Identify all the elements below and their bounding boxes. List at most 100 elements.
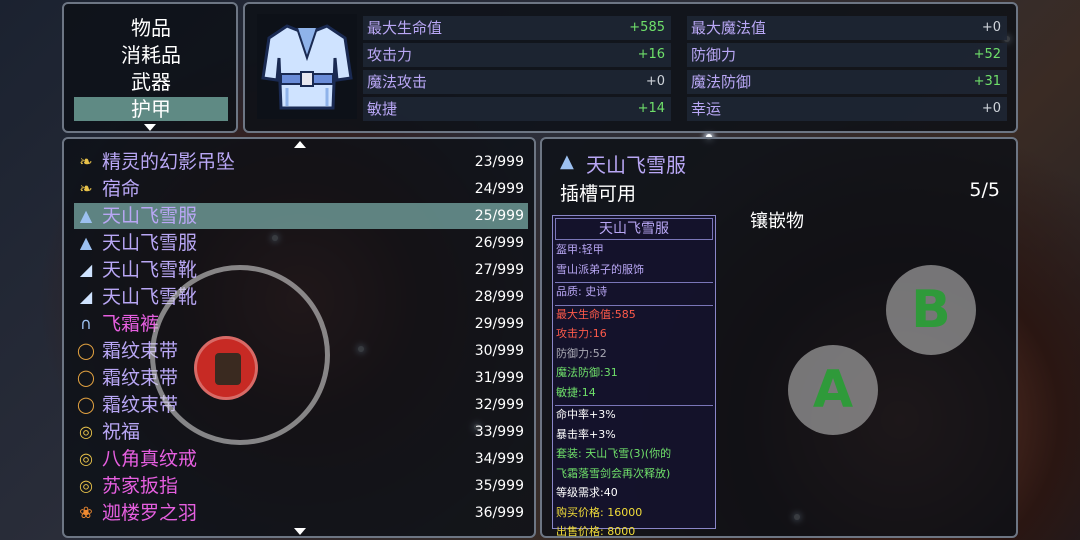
tooltip-line: 魔法防御:31 — [556, 366, 618, 379]
item-row[interactable]: ▲ 天山飞雪服 25/999 — [74, 203, 528, 229]
a-button-label: A — [812, 360, 854, 420]
character-avatar-icon — [215, 353, 241, 385]
item-row[interactable]: ◢ 天山飞雪靴 27/999 — [74, 257, 528, 283]
item-row[interactable]: ❀ 迦楼罗之羽 36/999 — [74, 500, 528, 526]
item-count: 33/999 — [474, 424, 524, 440]
stat-value: +16 — [637, 47, 665, 62]
stat-value: +31 — [973, 74, 1001, 89]
stat-name: 魔法攻击 — [367, 73, 428, 91]
item-count: 30/999 — [474, 343, 524, 359]
boots-icon: ◢ — [79, 287, 93, 306]
category-item-consumables[interactable]: 消耗品 — [74, 43, 228, 67]
robe-icon: ▲ — [560, 151, 574, 172]
boots-icon: ◢ — [79, 260, 93, 279]
tooltip-line: 敏捷:14 — [556, 385, 596, 399]
item-count: 29/999 — [474, 316, 524, 332]
item-count: 28/999 — [474, 289, 524, 305]
ring-icon: ◎ — [79, 449, 93, 468]
tooltip-divider — [555, 304, 713, 306]
slot-available-label: 插槽可用 — [560, 183, 637, 205]
tooltip-line: 套装: 天山飞雪(3)(你的 — [556, 447, 672, 460]
detail-item-title: 天山飞雪服 — [586, 153, 686, 177]
stat-row-magic-defense: 魔法防御 +31 — [687, 70, 1007, 94]
tooltip-divider — [555, 405, 713, 406]
tooltip-line: 雪山派弟子的服饰 — [556, 262, 644, 276]
item-count: 36/999 — [474, 505, 524, 521]
ring-icon: ◎ — [79, 422, 93, 441]
stat-name: 防御力 — [691, 46, 737, 64]
robe-icon: ▲ — [79, 233, 93, 252]
belt-icon: ◯ — [77, 341, 95, 360]
scroll-up-arrow-icon[interactable] — [294, 141, 306, 148]
tooltip-line: 攻击力:16 — [556, 327, 607, 340]
b-button-label: B — [911, 280, 951, 340]
item-name: 天山飞雪靴 — [102, 259, 198, 281]
item-name: 苏家扳指 — [102, 475, 179, 497]
item-row[interactable]: ◎ 苏家扳指 35/999 — [74, 473, 528, 499]
pendant-icon: ❧ — [79, 152, 93, 171]
item-row[interactable]: ▲ 天山飞雪服 26/999 — [74, 230, 528, 256]
item-count: 26/999 — [474, 235, 524, 251]
tooltip-line: 最大生命值:585 — [556, 307, 636, 321]
item-name: 精灵的幻影吊坠 — [102, 151, 236, 173]
feather-icon: ❀ — [79, 503, 93, 522]
stat-row-defense: 防御力 +52 — [687, 43, 1007, 67]
stat-row-luck: 幸运 +0 — [687, 97, 1007, 121]
item-row[interactable]: ◎ 八角真纹戒 34/999 — [74, 446, 528, 472]
item-count: 24/999 — [474, 181, 524, 197]
stat-value: +0 — [645, 74, 665, 89]
stat-row-max-mp: 最大魔法值 +0 — [687, 16, 1007, 40]
tooltip-line: 购买价格: 16000 — [556, 505, 643, 519]
category-panel: 物品 消耗品 武器 护甲 — [62, 2, 238, 133]
stat-name: 幸运 — [691, 100, 722, 118]
stat-name: 敏捷 — [367, 100, 398, 118]
tooltip-line: 防御力:52 — [556, 346, 607, 360]
tooltip-line: 品质: 史诗 — [556, 285, 608, 298]
item-count: 35/999 — [474, 478, 524, 494]
virtual-joystick-knob[interactable] — [194, 336, 258, 400]
item-name: 八角真纹戒 — [102, 448, 198, 470]
stat-name: 魔法防御 — [691, 73, 752, 91]
item-name: 宿命 — [102, 178, 141, 200]
a-button[interactable]: A — [788, 345, 878, 435]
stats-panel: 最大生命值 +585 攻击力 +16 魔法攻击 +0 敏捷 +14 最大魔法值 … — [243, 2, 1018, 133]
b-button[interactable]: B — [886, 265, 976, 355]
item-name: 天山飞雪服 — [102, 205, 198, 227]
stat-name: 攻击力 — [367, 46, 413, 64]
item-row[interactable]: ❧ 宿命 24/999 — [74, 176, 528, 202]
category-item-armor[interactable]: 护甲 — [74, 97, 228, 121]
stat-value: +585 — [629, 20, 665, 35]
equipment-portrait — [257, 14, 357, 119]
tooltip-line: 命中率+3% — [556, 408, 616, 421]
robe-portrait-icon — [261, 24, 353, 110]
stat-value: +0 — [981, 20, 1001, 35]
item-count: 32/999 — [474, 397, 524, 413]
tooltip-divider — [555, 282, 713, 283]
pendant-icon: ❧ — [79, 179, 93, 198]
robe-icon: ▲ — [79, 206, 93, 225]
tooltip-line: 飞霜落雪剑会再次释放) — [556, 466, 671, 480]
stat-row-magic-attack: 魔法攻击 +0 — [363, 70, 671, 94]
scroll-down-arrow-icon[interactable] — [144, 124, 156, 131]
ring-icon: ◎ — [79, 476, 93, 495]
item-name: 迦楼罗之羽 — [102, 502, 198, 524]
item-detail-panel: ▲ 天山飞雪服 插槽可用 5/5 镶嵌物 天山飞雪服 盔甲:轻甲 雪山派弟子的服饰… — [540, 137, 1018, 538]
stat-name: 最大魔法值 — [691, 19, 767, 37]
item-count: 34/999 — [474, 451, 524, 467]
stat-name: 最大生命值 — [367, 19, 443, 37]
item-count: 25/999 — [474, 208, 524, 224]
tooltip-line: 暴击率+3% — [556, 427, 616, 441]
pants-icon: ∩ — [80, 314, 92, 333]
item-row[interactable]: ◎ 祝福 33/999 — [74, 419, 528, 445]
item-count: 31/999 — [474, 370, 524, 386]
inlay-label[interactable]: 镶嵌物 — [750, 207, 804, 233]
tooltip-line: 出售价格: 8000 — [556, 525, 636, 538]
category-item-weapons[interactable]: 武器 — [74, 70, 228, 94]
slot-count: 5/5 — [969, 179, 1000, 201]
item-row[interactable]: ❧ 精灵的幻影吊坠 23/999 — [74, 149, 528, 175]
item-count: 23/999 — [474, 154, 524, 170]
item-tooltip: 天山飞雪服 盔甲:轻甲 雪山派弟子的服饰 品质: 史诗 最大生命值:585 攻击力:16… — [552, 215, 716, 538]
stat-value: +14 — [637, 101, 665, 116]
scroll-down-arrow-icon[interactable] — [294, 528, 306, 535]
category-item-goods[interactable]: 物品 — [74, 16, 228, 40]
